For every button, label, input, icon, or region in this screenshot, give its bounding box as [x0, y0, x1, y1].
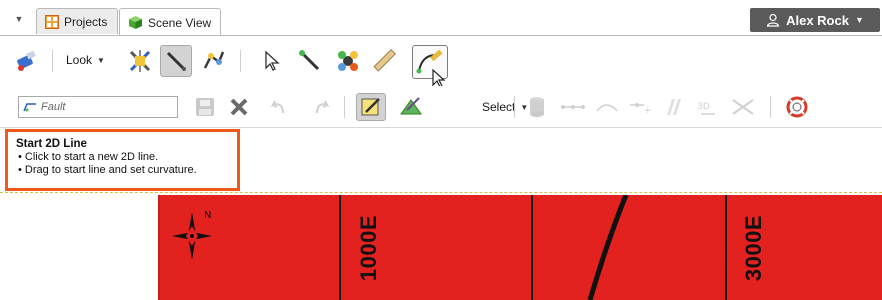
help-button[interactable] — [784, 95, 810, 119]
points-tool-button[interactable] — [334, 47, 362, 75]
tooltip-title: Start 2D Line — [16, 138, 87, 150]
paint-bucket-icon — [17, 50, 36, 71]
add-point-button[interactable]: + — [628, 98, 654, 116]
north-arrow-compass: N — [172, 210, 212, 260]
grid-label-1000e: 1000E — [349, 196, 389, 300]
look-dropdown[interactable]: Look ▼ — [66, 50, 105, 70]
toolbar-separator — [52, 50, 53, 72]
planes-icon — [667, 99, 681, 115]
grid-line — [531, 195, 533, 300]
close-x-icon — [230, 98, 248, 116]
selection-outline — [0, 192, 882, 193]
select-pointer-button[interactable] — [262, 49, 284, 73]
polyline-icon — [203, 51, 225, 69]
toolbar-separator — [770, 96, 771, 118]
redo-button[interactable] — [312, 97, 332, 117]
tab-projects-label: Projects — [64, 14, 108, 29]
svg-text:3D: 3D — [697, 102, 710, 112]
cut-line-icon — [732, 99, 754, 115]
toolbar-separator — [344, 96, 345, 118]
user-name: Alex Rock — [786, 12, 849, 28]
draw-tool-button[interactable] — [160, 45, 192, 77]
select-label: Select — [482, 100, 516, 114]
edit-sheet-icon — [361, 98, 380, 116]
tab-scene-view[interactable]: Scene View — [119, 8, 221, 36]
chevron-down-icon: ▼ — [97, 55, 105, 65]
paint-brush-icon — [400, 97, 422, 115]
cylinder-icon — [530, 97, 544, 117]
grid-label-3000e: 3000E — [734, 196, 774, 300]
look-label: Look — [66, 53, 93, 67]
scene-toolbar: Look ▼ — [0, 36, 882, 88]
undo-button[interactable] — [268, 97, 288, 117]
toolbar-separator — [514, 96, 515, 118]
fault-field[interactable]: Fault — [18, 96, 178, 118]
paint-edit-button[interactable] — [398, 95, 424, 119]
cylinder-tool-button[interactable] — [526, 95, 548, 119]
editing-toolbar: Fault Select ▼ + 3D — [0, 86, 882, 128]
start-2d-line-tooltip: Start 2D Line • Click to start a new 2D … — [5, 129, 240, 191]
scene-cube-icon — [129, 16, 142, 29]
straight-segment-icon — [561, 105, 585, 109]
axes-arrows-icon — [129, 50, 151, 72]
select-dropdown[interactable]: Select ▼ — [482, 98, 528, 116]
polyline-tool-button[interactable] — [200, 47, 228, 75]
cursor-arrow-icon — [265, 50, 280, 71]
edit-mode-button[interactable] — [356, 93, 386, 121]
toolbar-separator — [240, 50, 241, 72]
pen-icon — [166, 51, 186, 71]
tab-bar: ▼ Projects Scene View Alex Rock ▼ — [0, 0, 882, 36]
fault-line-icon — [23, 103, 36, 112]
cancel-button[interactable] — [228, 96, 250, 118]
curve-segment-icon — [596, 104, 618, 112]
colored-points-icon — [338, 51, 358, 71]
ruler-icon — [373, 48, 397, 72]
tab-scene-view-label: Scene View — [148, 15, 212, 30]
grid-label-text: 3000E — [741, 214, 766, 282]
tooltip-line-drag: • Drag to start line and set curvature. — [18, 164, 197, 176]
grid-line-3000e — [725, 195, 727, 300]
compass-north-label: N — [204, 210, 211, 221]
tab-menu-icon[interactable]: ▼ — [12, 12, 26, 26]
user-menu-button[interactable]: Alex Rock ▼ — [750, 8, 880, 32]
planes-tool-button[interactable] — [662, 96, 686, 118]
3d-label-icon: 3D — [697, 102, 715, 115]
add-point-icon: + — [630, 103, 652, 114]
fault-field-value: Fault — [41, 101, 66, 113]
paint-bucket-button[interactable] — [14, 48, 40, 74]
green-line-tool-button[interactable] — [296, 47, 324, 75]
tooltip-line-click: • Click to start a new 2D line. — [18, 151, 159, 163]
line-tool-icon — [299, 50, 320, 71]
user-icon — [766, 13, 780, 27]
ruler-tool-button[interactable] — [370, 47, 398, 75]
undo-icon — [270, 100, 284, 114]
cut-tool-button[interactable] — [728, 95, 758, 119]
fault-trace — [587, 195, 629, 300]
redo-icon — [316, 100, 330, 114]
straight-segment-button[interactable] — [560, 98, 586, 116]
save-disk-icon — [196, 98, 214, 116]
grid-label-text: 1000E — [356, 214, 381, 282]
chevron-down-icon: ▼ — [854, 15, 864, 25]
svg-text:+: + — [644, 106, 652, 114]
save-button[interactable] — [194, 96, 216, 118]
curve-segment-button[interactable] — [594, 98, 620, 116]
3d-tool-button[interactable]: 3D — [694, 96, 720, 118]
view-axes-button[interactable] — [126, 47, 154, 75]
lifebuoy-icon — [786, 96, 808, 118]
tab-projects[interactable]: Projects — [36, 8, 118, 34]
projects-grid-icon — [45, 14, 59, 29]
grid-line-1000e — [339, 195, 341, 300]
